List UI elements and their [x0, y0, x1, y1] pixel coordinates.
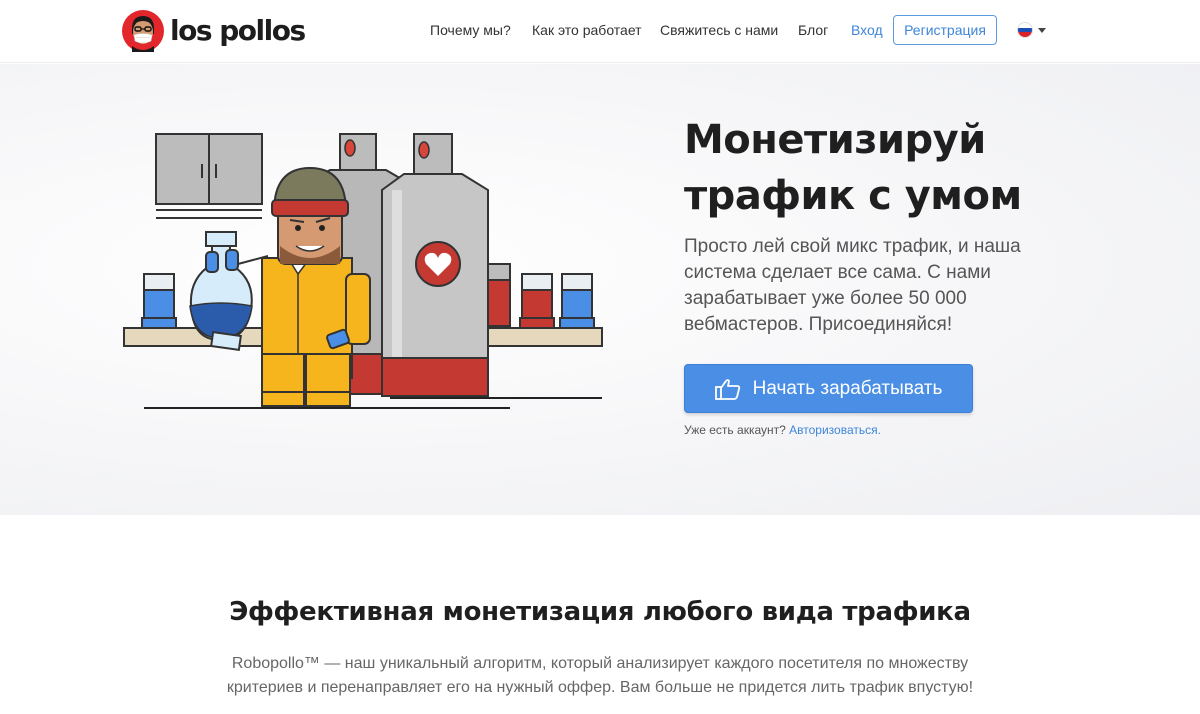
section-title: Эффективная монетизация любого вида траф… [229, 597, 971, 627]
language-selector[interactable] [1017, 22, 1046, 38]
start-earning-button[interactable]: Начать зарабатывать [684, 364, 973, 413]
authorize-link[interactable]: Авторизоваться. [789, 423, 881, 437]
section-text: Robopollo™ — наш уникальный алгоритм, ко… [226, 655, 974, 696]
wall-cabinet-icon [155, 133, 263, 219]
login-link[interactable]: Вход [851, 15, 883, 45]
gas-tank-front-icon [381, 133, 489, 397]
hero-section: Монетизируй трафик с умом Просто лей сво… [0, 64, 1200, 515]
nav-how-it-works[interactable]: Как это работает [532, 15, 642, 45]
nav-contact[interactable]: Свяжитесь с нами [660, 15, 778, 45]
register-button[interactable]: Регистрация [893, 15, 997, 45]
nav-blog[interactable]: Блог [798, 15, 828, 45]
blue-jar-right-icon [559, 273, 595, 329]
hero-title: Монетизируй трафик с умом [684, 117, 1022, 219]
red-jar-icon [519, 273, 555, 329]
start-earning-label: Начать зарабатывать [752, 377, 943, 399]
thumbs-up-icon [714, 378, 740, 400]
russia-flag-icon [1017, 22, 1033, 38]
account-prompt: Уже есть аккаунт? Авторизоваться. [684, 423, 881, 437]
account-prompt-text: Уже есть аккаунт? [684, 423, 786, 437]
nav-why-us[interactable]: Почему мы? [430, 15, 511, 45]
hero-description: Просто лей свой микс трафик, и наша сист… [684, 236, 1021, 335]
blue-jar-icon [141, 273, 177, 329]
chevron-down-icon [1038, 27, 1046, 33]
hero-illustration [123, 133, 603, 409]
site-header: los pollos Почему мы? Как это работает С… [0, 0, 1200, 63]
